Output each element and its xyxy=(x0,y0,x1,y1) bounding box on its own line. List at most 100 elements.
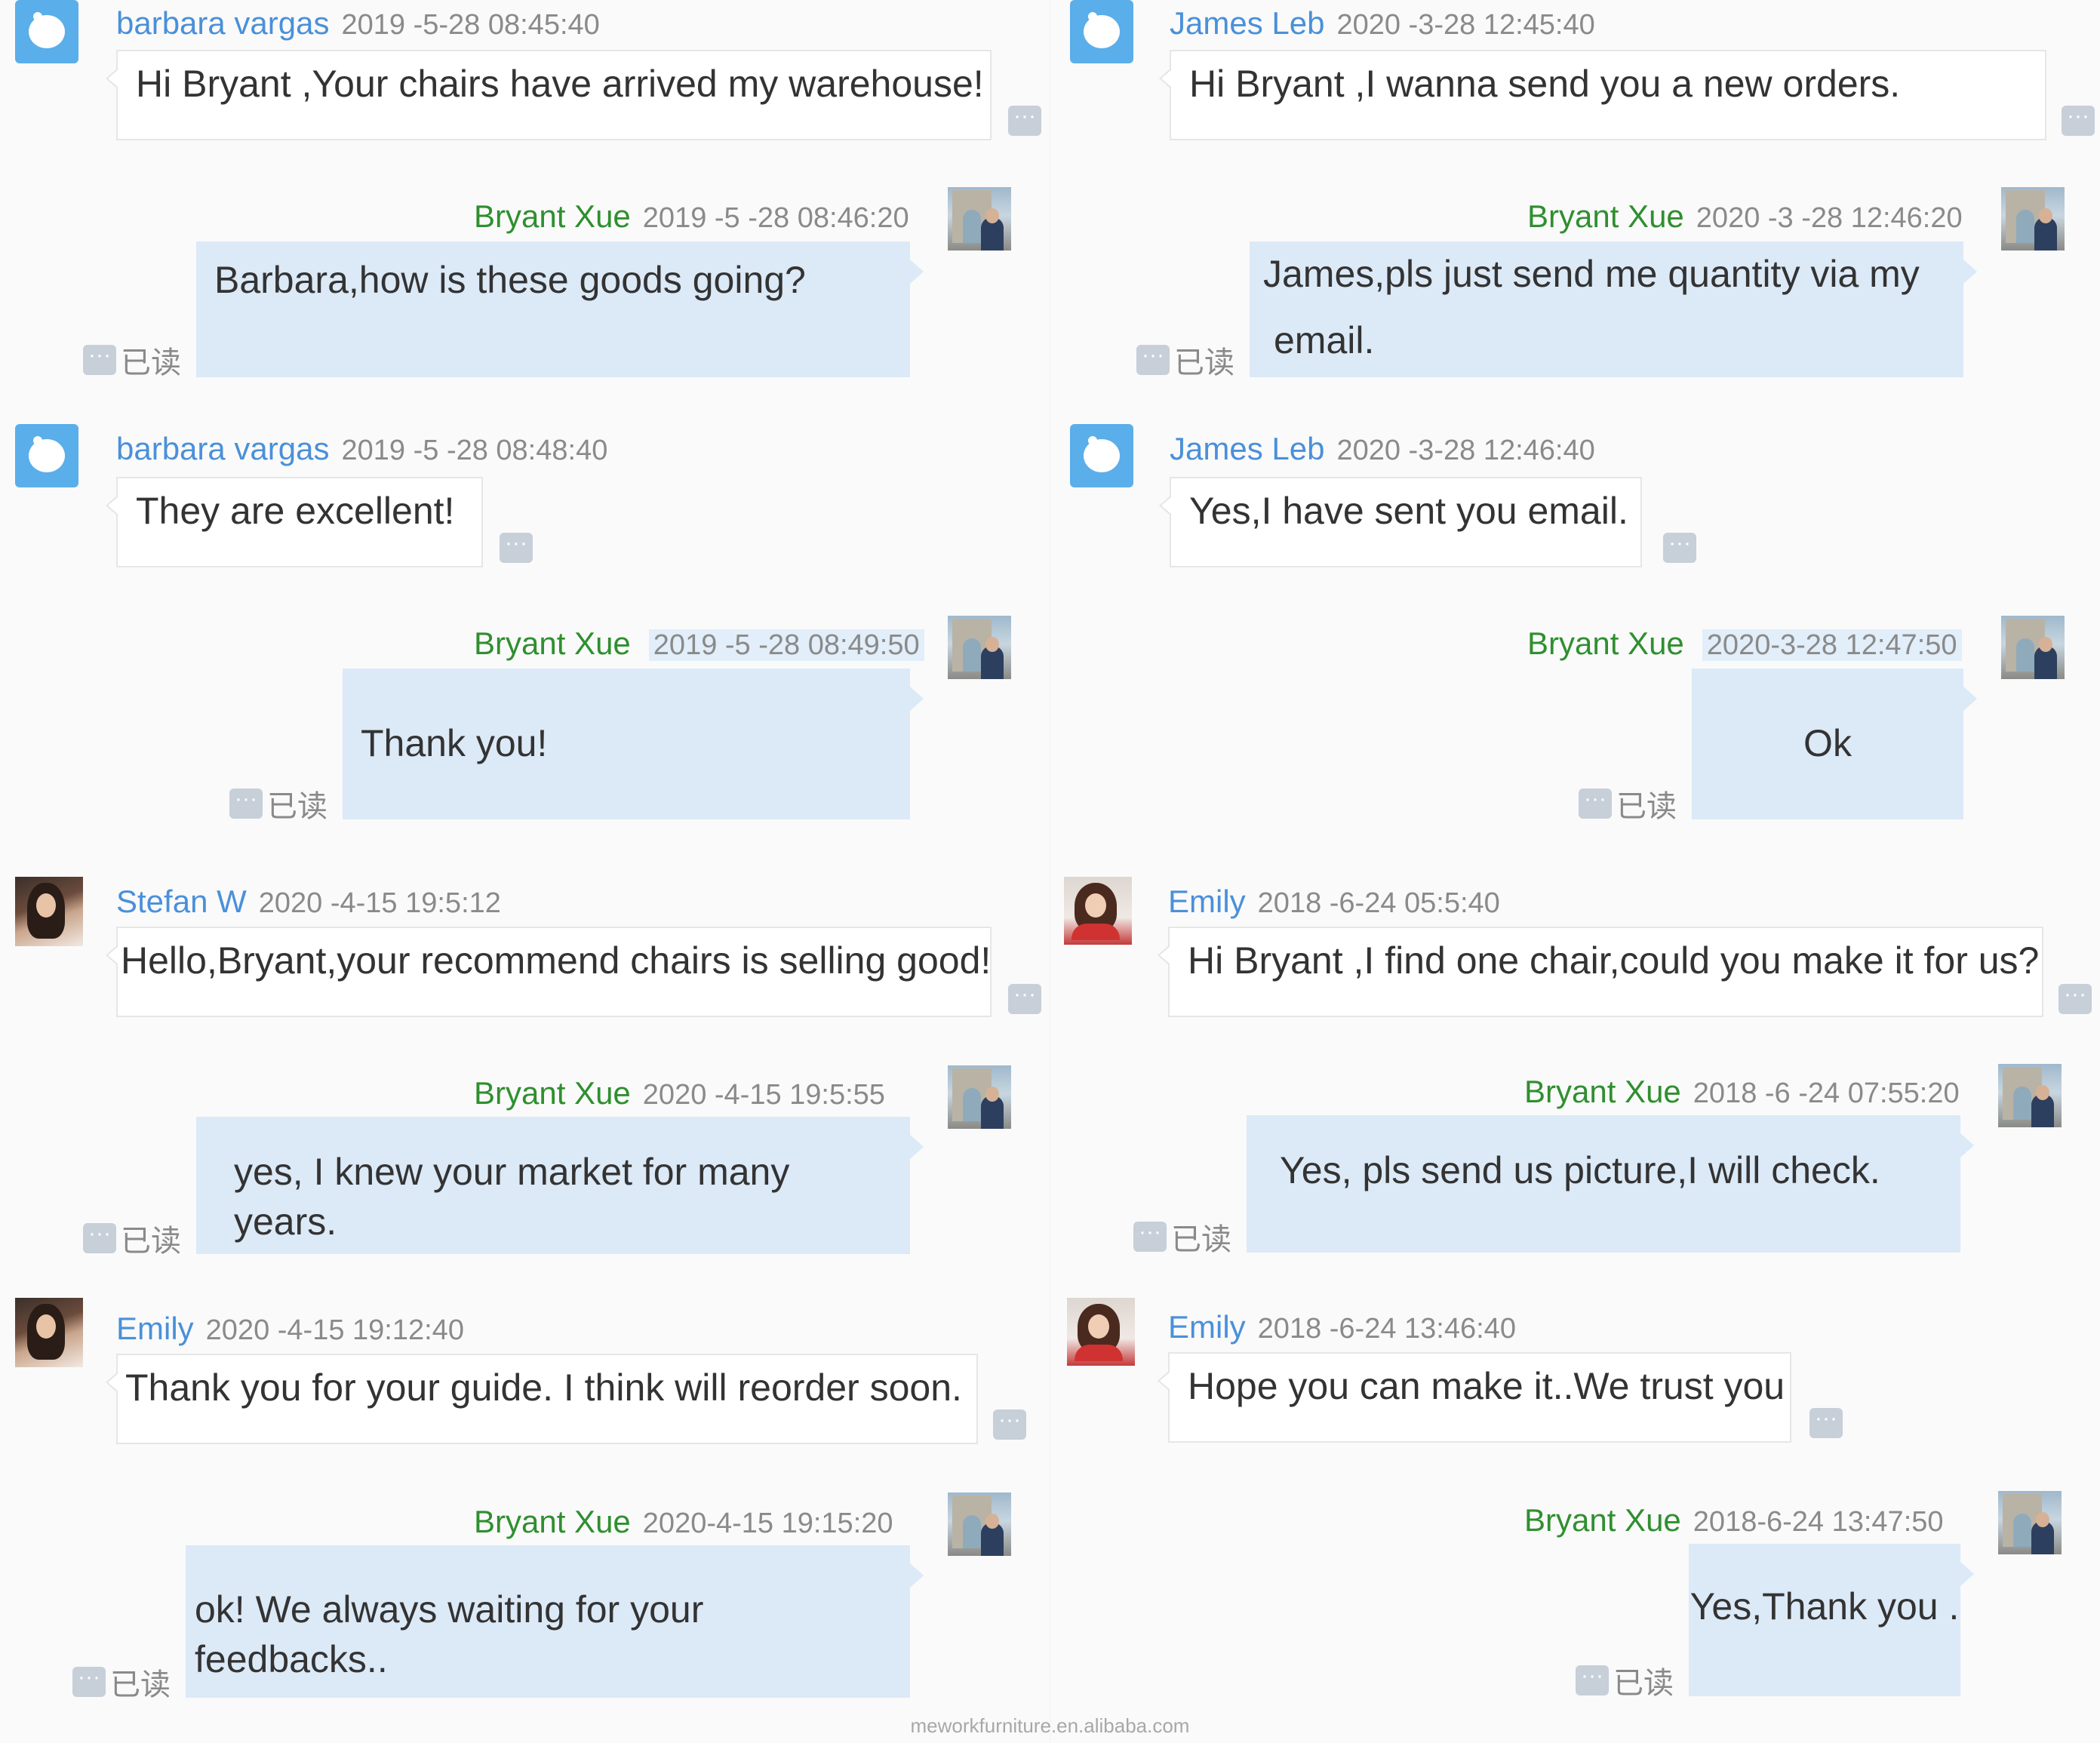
sender-name[interactable]: Bryant Xue xyxy=(474,1075,631,1111)
sender-name[interactable]: Bryant Xue xyxy=(474,198,631,234)
incoming-message-bubble[interactable]: Yes,I have sent you email. xyxy=(1159,477,1642,567)
outgoing-message-bubble[interactable]: Thank you! xyxy=(343,669,924,819)
sender-name[interactable]: James Leb xyxy=(1170,431,1324,466)
message-header: Bryant Xue 2018 -6 -24 07:55:20 xyxy=(1524,1073,1960,1112)
message-text: Thank you! xyxy=(361,722,548,764)
my-avatar[interactable] xyxy=(1998,1064,2062,1127)
outgoing-message-bubble[interactable]: Ok xyxy=(1692,669,1977,819)
message-time: 2020 -4-15 19:5:55 xyxy=(642,1079,885,1111)
more-options-button[interactable]: ··· xyxy=(229,788,263,819)
message-header: Bryant Xue 2020 -3 -28 12:46:20 xyxy=(1527,198,1963,237)
outgoing-message-bubble[interactable]: yes, I knew your market for many years. xyxy=(196,1117,924,1254)
sender-name[interactable]: Emily xyxy=(1168,1309,1246,1345)
message-text: yes, I knew your market for many years. xyxy=(234,1151,790,1243)
read-status: ··· 已读 xyxy=(229,782,327,825)
my-avatar[interactable] xyxy=(2001,187,2065,251)
my-avatar[interactable] xyxy=(948,187,1011,251)
person-head xyxy=(2039,637,2052,652)
message-text-line: James,pls just send me quantity via my xyxy=(1263,253,1920,295)
message-time: 2018 -6-24 13:46:40 xyxy=(1257,1313,1516,1345)
outgoing-message-bubble[interactable]: James,pls just send me quantity via my em… xyxy=(1250,241,1977,377)
more-options-button[interactable]: ··· xyxy=(83,344,116,375)
my-avatar[interactable] xyxy=(948,1492,1011,1556)
contact-avatar[interactable] xyxy=(1067,1298,1135,1366)
message-time: 2020 -3 -28 12:46:20 xyxy=(1696,202,1963,234)
my-avatar[interactable] xyxy=(948,616,1011,679)
sender-name[interactable]: Bryant Xue xyxy=(1527,626,1684,661)
more-options-button[interactable]: ··· xyxy=(83,1222,116,1253)
incoming-message-bubble[interactable]: Hope you can make it..We trust you xyxy=(1158,1352,1791,1443)
more-options-button[interactable]: ··· xyxy=(1008,105,1041,136)
person-head xyxy=(985,1514,999,1529)
read-status: ··· 已读 xyxy=(83,1216,181,1260)
message-text: Hope you can make it..We trust you xyxy=(1188,1365,1785,1407)
sender-name[interactable]: Emily xyxy=(1168,884,1246,919)
sender-name[interactable]: Bryant Xue xyxy=(1524,1074,1681,1109)
message-text-line: email. xyxy=(1274,319,1375,361)
incoming-message-bubble[interactable]: Hi Bryant ,I find one chair,could you ma… xyxy=(1158,927,2043,1017)
message-text: Yes, pls send us picture,I will check. xyxy=(1280,1149,1880,1191)
read-label: 已读 xyxy=(1171,1223,1231,1256)
message-header: Bryant Xue 2020-4-15 19:15:20 xyxy=(474,1503,893,1542)
message-text: Hi Bryant ,I wanna send you a new orders… xyxy=(1189,63,1901,105)
read-label: 已读 xyxy=(121,1225,181,1258)
message-text: Ok xyxy=(1803,722,1852,764)
sender-name[interactable]: James Leb xyxy=(1170,5,1324,41)
outgoing-message-bubble[interactable]: ok! We always waiting for your feedbacks… xyxy=(186,1545,924,1698)
more-options-button[interactable]: ··· xyxy=(2062,105,2095,136)
sender-name[interactable]: Bryant Xue xyxy=(1527,198,1684,234)
incoming-message-bubble[interactable]: Hi Bryant ,Your chairs have arrived my w… xyxy=(106,50,992,140)
read-label: 已读 xyxy=(1616,790,1677,823)
message-header: Bryant Xue 2020-3-28 12:47:50 xyxy=(1527,625,1962,664)
message-time: 2020 -4-15 19:5:12 xyxy=(258,887,501,919)
message-header: Bryant Xue 2019 -5 -28 08:49:50 xyxy=(474,625,924,664)
sender-name[interactable]: Bryant Xue xyxy=(1524,1502,1681,1538)
more-options-button[interactable]: ··· xyxy=(72,1666,106,1697)
my-avatar[interactable] xyxy=(948,1065,1011,1129)
sender-name[interactable]: Emily xyxy=(116,1311,194,1346)
chat-column-left: barbara vargas 2019 -5-28 08:45:40 Hi Bry… xyxy=(0,0,1050,1743)
sender-name[interactable]: barbara vargas xyxy=(116,5,330,41)
more-options-button[interactable]: ··· xyxy=(993,1409,1026,1440)
sender-name[interactable]: Stefan W xyxy=(116,884,247,919)
message-text: Yes,Thank you . xyxy=(1690,1585,1960,1628)
contact-avatar[interactable] xyxy=(15,1298,83,1367)
more-options-button[interactable]: ··· xyxy=(1663,532,1696,563)
sender-name[interactable]: barbara vargas xyxy=(116,431,330,466)
watermark-text: meworkfurniture.en.alibaba.com xyxy=(910,1714,1190,1737)
my-avatar[interactable] xyxy=(1998,1491,2062,1554)
more-options-button[interactable]: ··· xyxy=(500,532,533,563)
more-options-button[interactable]: ··· xyxy=(1579,788,1612,819)
more-options-button[interactable]: ··· xyxy=(1136,344,1170,375)
more-options-button[interactable]: ··· xyxy=(2058,983,2092,1014)
incoming-message-bubble[interactable]: Thank you for your guide. I think will r… xyxy=(106,1354,978,1444)
outgoing-message-bubble[interactable]: Yes, pls send us picture,I will check. xyxy=(1247,1115,1974,1253)
read-status: ··· 已读 xyxy=(1576,1658,1674,1702)
sender-name[interactable]: Bryant Xue xyxy=(474,626,631,661)
sender-name[interactable]: Bryant Xue xyxy=(474,1504,631,1539)
contact-avatar[interactable] xyxy=(1064,877,1132,945)
message-text: Thank you for your guide. I think will r… xyxy=(125,1366,962,1409)
incoming-message-bubble[interactable]: Hello,Bryant,your recommend chairs is se… xyxy=(106,927,992,1017)
contact-avatar[interactable] xyxy=(1070,424,1133,487)
read-status: ··· 已读 xyxy=(1579,782,1677,825)
more-options-button[interactable]: ··· xyxy=(1008,983,1041,1014)
incoming-message-bubble[interactable]: Hi Bryant ,I wanna send you a new orders… xyxy=(1159,50,2046,140)
person-head xyxy=(2036,1512,2049,1527)
message-time: 2020 -3-28 12:46:40 xyxy=(1336,435,1595,466)
contact-avatar[interactable] xyxy=(15,877,83,946)
more-options-button[interactable]: ··· xyxy=(1809,1407,1843,1438)
incoming-message-bubble[interactable]: They are excellent! xyxy=(106,477,483,567)
message-time: 2019 -5 -28 08:48:40 xyxy=(341,435,608,466)
more-options-button[interactable]: ··· xyxy=(1133,1221,1167,1252)
contact-avatar[interactable] xyxy=(15,0,78,63)
contact-avatar[interactable] xyxy=(15,424,78,487)
read-label: 已读 xyxy=(267,790,327,823)
my-avatar[interactable] xyxy=(2001,616,2065,679)
outgoing-message-bubble[interactable]: Barbara,how is these goods going? xyxy=(196,241,924,377)
message-header: Bryant Xue 2020 -4-15 19:5:55 xyxy=(474,1074,885,1114)
person-head xyxy=(985,1087,999,1102)
contact-avatar[interactable] xyxy=(1070,0,1133,63)
outgoing-message-bubble[interactable]: Yes,Thank you . xyxy=(1689,1544,1974,1696)
more-options-button[interactable]: ··· xyxy=(1576,1665,1609,1695)
